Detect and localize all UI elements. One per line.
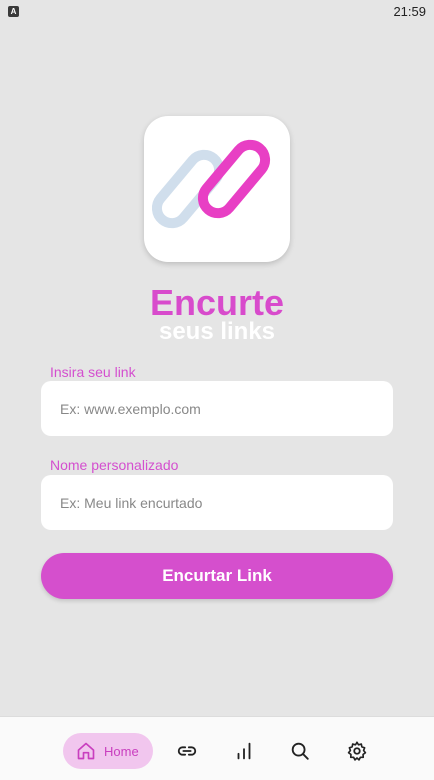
chain-link-icon bbox=[151, 139, 271, 229]
link-input[interactable] bbox=[41, 381, 393, 436]
home-icon bbox=[77, 742, 95, 760]
link-icon[interactable] bbox=[176, 740, 198, 762]
app-logo bbox=[144, 116, 290, 262]
custom-name-input[interactable] bbox=[41, 475, 393, 530]
shorten-link-button[interactable]: Encurtar Link bbox=[41, 553, 393, 599]
status-bar: A 21:59 bbox=[0, 0, 434, 22]
app-notification-icon: A bbox=[8, 5, 19, 17]
nav-home-label: Home bbox=[104, 743, 139, 759]
settings-icon[interactable] bbox=[346, 740, 368, 762]
bottom-navigation: Home bbox=[0, 716, 434, 780]
nav-item-home[interactable]: Home bbox=[63, 733, 153, 769]
name-field-label: Nome personalizado bbox=[50, 457, 179, 473]
link-field-label: Insira seu link bbox=[50, 364, 136, 380]
search-icon[interactable] bbox=[289, 740, 311, 762]
stats-icon[interactable] bbox=[233, 740, 255, 762]
page-subtitle: seus links bbox=[158, 318, 276, 345]
status-time: 21:59 bbox=[393, 3, 426, 19]
